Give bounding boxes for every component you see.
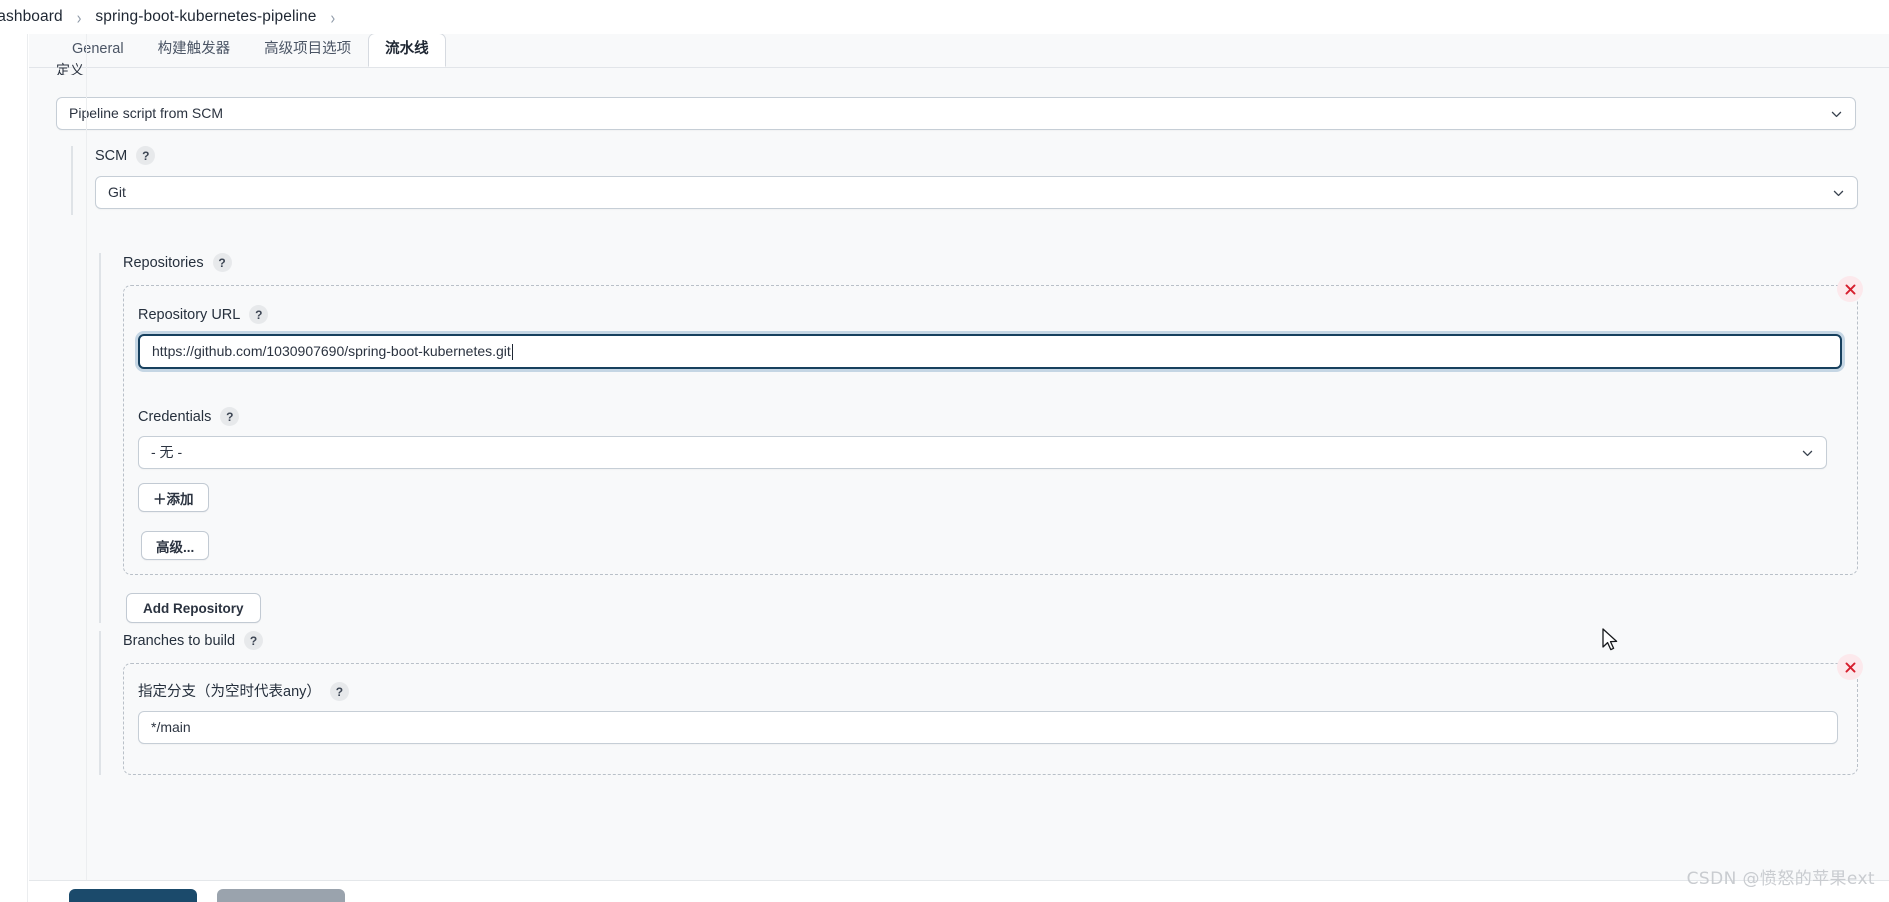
repositories-section: Repositories ? Repository URL ? https://… <box>99 253 1863 623</box>
save-button[interactable]: 保存 <box>69 889 197 902</box>
scm-label: SCM <box>95 147 128 164</box>
jenkins-job-configure-page: Dashboard › spring-boot-kubernetes-pipel… <box>0 0 1889 902</box>
branch-specifier-group: 指定分支（为空时代表any） ? */main <box>138 682 1843 744</box>
definition-select-value: Pipeline script from SCM <box>69 105 224 121</box>
breadcrumb-item-dashboard[interactable]: Dashboard <box>0 8 63 26</box>
scm-help-icon[interactable]: ? <box>136 146 156 165</box>
repository-url-help-icon[interactable]: ? <box>249 305 269 324</box>
branch-specifier-input[interactable]: */main <box>138 711 1838 744</box>
definition-select[interactable]: Pipeline script from SCM <box>56 97 1856 130</box>
text-caret <box>511 343 513 360</box>
remove-repository-button[interactable] <box>1837 276 1863 302</box>
branch-specifier-label: 指定分支（为空时代表any） <box>138 683 321 700</box>
credentials-select[interactable]: - 无 - <box>138 436 1827 469</box>
scm-select-value: Git <box>108 184 126 200</box>
tab-pipeline[interactable]: 流水线 <box>368 34 446 67</box>
close-icon <box>1845 284 1855 294</box>
branches-help-icon[interactable]: ? <box>244 631 264 650</box>
repositories-label: Repositories <box>123 254 204 271</box>
repositories-label-row: Repositories ? <box>123 253 1856 272</box>
tab-advanced-project-options[interactable]: 高级项目选项 <box>247 34 368 67</box>
left-rail <box>0 34 28 902</box>
repository-url-label: Repository URL <box>138 306 241 323</box>
repository-advanced-button[interactable]: 高级... <box>141 531 210 560</box>
scm-select[interactable]: Git <box>95 176 1858 209</box>
branches-label-row: Branches to build ? <box>123 631 1856 650</box>
branches-to-build-section: Branches to build ? 指定分支（为空时代表any） ? */m… <box>99 631 1863 775</box>
repository-url-value: https://github.com/1030907690/spring-boo… <box>152 343 511 359</box>
form-footer-bar: 保存 应用 <box>29 880 1889 902</box>
credentials-label-row: Credentials ? <box>138 407 1833 426</box>
scm-section: SCM ? Git <box>71 146 1858 215</box>
credentials-label: Credentials <box>138 408 212 425</box>
credentials-group: Credentials ? - 无 - ＋添加 <box>138 407 1833 512</box>
chevron-down-icon <box>1833 190 1844 196</box>
pipeline-form: 定义 Pipeline script from SCM SCM ? Git Re… <box>29 62 1889 902</box>
repository-advanced-group: 高级... <box>141 531 210 560</box>
chevron-down-icon <box>1802 450 1813 456</box>
main-panel: General 构建触发器 高级项目选项 流水线 定义 Pipeline scr… <box>29 34 1889 902</box>
breadcrumb-separator-icon: › <box>76 7 82 27</box>
branches-label: Branches to build <box>123 632 236 649</box>
repositories-help-icon[interactable]: ? <box>212 253 232 272</box>
scm-label-row: SCM ? <box>95 146 1856 165</box>
credentials-select-value: - 无 - <box>151 444 183 460</box>
repository-url-label-row: Repository URL ? <box>138 305 1843 324</box>
chevron-down-icon <box>1831 111 1842 117</box>
branch-specifier-label-row: 指定分支（为空时代表any） ? <box>138 682 1843 701</box>
rail-divider-1 <box>86 34 87 902</box>
apply-button[interactable]: 应用 <box>217 889 345 902</box>
add-repository-button[interactable]: Add Repository <box>126 593 261 623</box>
breadcrumb-item-job[interactable]: spring-boot-kubernetes-pipeline <box>95 8 316 26</box>
csdn-watermark: CSDN @愤怒的苹果ext <box>1686 869 1875 889</box>
breadcrumb-separator-icon-2: › <box>330 7 336 27</box>
credentials-help-icon[interactable]: ? <box>220 407 240 426</box>
branch-specifier-value: */main <box>151 719 191 735</box>
repository-entry-card: Repository URL ? https://github.com/1030… <box>123 276 1863 575</box>
config-tab-bar: General 构建触发器 高级项目选项 流水线 <box>29 34 1889 67</box>
remove-branch-button[interactable] <box>1837 654 1863 680</box>
close-icon <box>1845 662 1855 672</box>
branch-specifier-help-icon[interactable]: ? <box>329 682 349 701</box>
add-credentials-button[interactable]: ＋添加 <box>138 483 209 512</box>
branch-entry-card: 指定分支（为空时代表any） ? */main <box>123 654 1863 775</box>
repository-url-group: Repository URL ? https://github.com/1030… <box>138 305 1843 369</box>
breadcrumb: Dashboard › spring-boot-kubernetes-pipel… <box>0 0 1889 34</box>
tab-build-triggers[interactable]: 构建触发器 <box>141 34 248 67</box>
repository-url-input[interactable]: https://github.com/1030907690/spring-boo… <box>138 334 1842 369</box>
definition-label: 定义 <box>56 62 84 75</box>
